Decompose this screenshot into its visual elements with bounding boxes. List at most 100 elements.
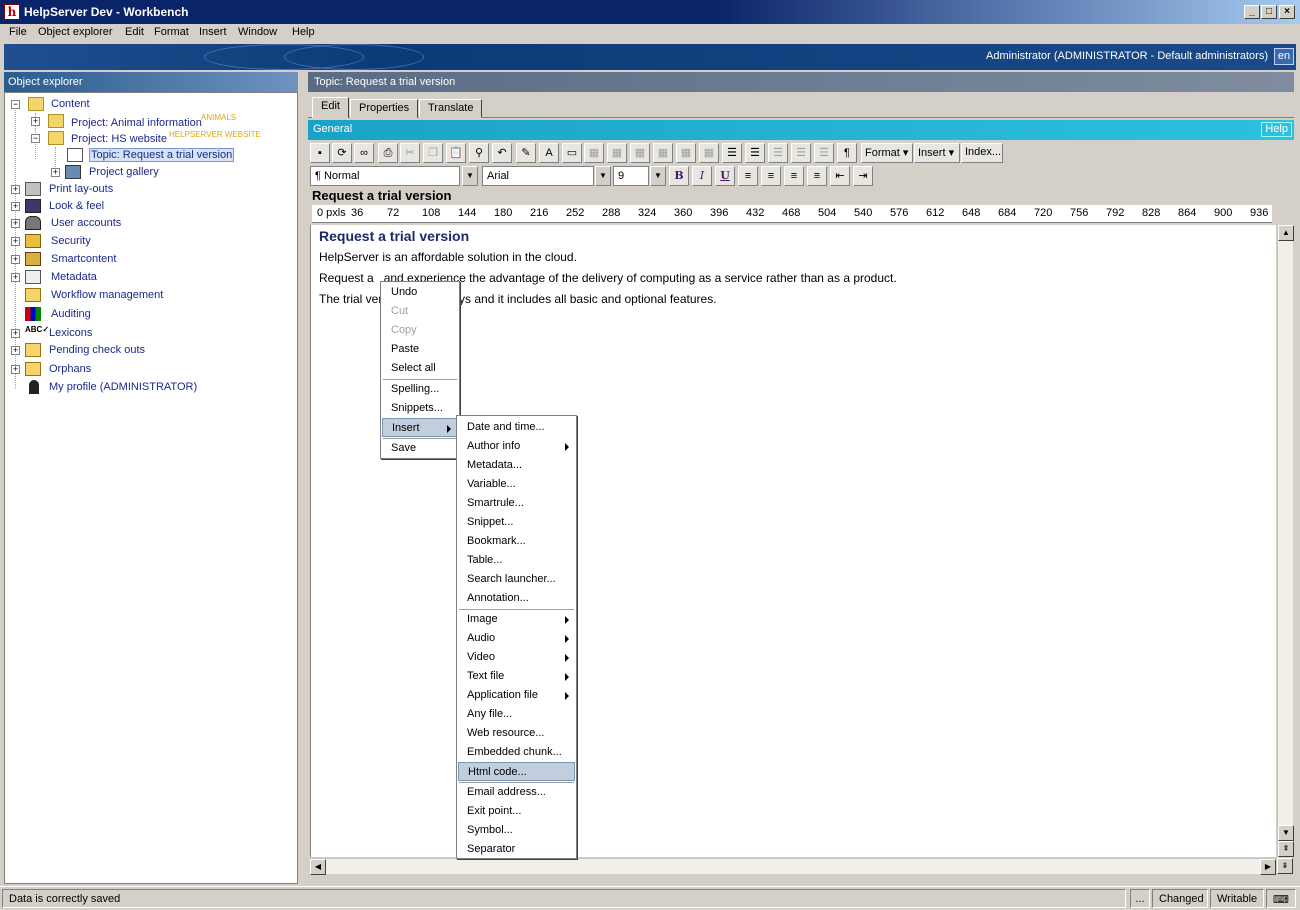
save-icon[interactable]: ▪ <box>310 143 330 163</box>
menu-date-time[interactable]: Date and time... <box>458 418 575 437</box>
menu-bookmark[interactable]: Bookmark... <box>458 532 575 551</box>
find-icon[interactable]: ⚲ <box>469 143 489 163</box>
chevron-down-icon[interactable]: ▼ <box>595 166 611 186</box>
menu-html-code[interactable]: Html code... <box>458 762 575 781</box>
menu-exit-point[interactable]: Exit point... <box>458 802 575 821</box>
menu-insert[interactable]: Insert <box>199 26 227 38</box>
language-button[interactable]: en <box>1274 48 1294 65</box>
list-icon-1[interactable]: ☰ <box>768 143 788 163</box>
refresh-icon[interactable]: ⟳ <box>332 143 352 163</box>
menu-symbol[interactable]: Symbol... <box>458 821 575 840</box>
menu-insert[interactable]: Insert <box>382 418 458 437</box>
align-left-icon[interactable]: ≡ <box>738 166 758 186</box>
menu-snippets[interactable]: Snippets... <box>382 399 458 418</box>
menu-snippet[interactable]: Snippet... <box>458 513 575 532</box>
collapse-icon[interactable]: − <box>31 134 40 143</box>
format-dropdown[interactable]: Format ▾ <box>861 143 913 163</box>
menu-image[interactable]: Image <box>458 610 575 629</box>
help-button[interactable]: Help <box>1261 122 1292 137</box>
menu-cut[interactable]: Cut <box>382 302 458 321</box>
menu-text-file[interactable]: Text file <box>458 667 575 686</box>
paragraph-style-select[interactable]: ¶ Normal <box>310 166 460 186</box>
menu-email-address[interactable]: Email address... <box>458 783 575 802</box>
scroll-up-icon[interactable]: ▲ <box>1278 225 1294 241</box>
menu-object-explorer[interactable]: Object explorer <box>38 26 113 38</box>
align-right-icon[interactable]: ≡ <box>784 166 804 186</box>
tab-translate[interactable]: Translate <box>419 99 483 118</box>
justify-icon[interactable]: ≡ <box>807 166 827 186</box>
table-icon-5[interactable]: ▦ <box>676 143 696 163</box>
font-size-select[interactable]: 9 <box>613 166 649 186</box>
expand-icon[interactable]: + <box>51 168 60 177</box>
outdent-icon[interactable]: ⇤ <box>830 166 850 186</box>
list-icon-3[interactable]: ☰ <box>814 143 834 163</box>
scroll-left-icon[interactable]: ◀ <box>310 859 326 875</box>
page-up-icon[interactable]: ⇞ <box>1278 841 1294 857</box>
preview-icon[interactable]: ∞ <box>354 143 374 163</box>
font-family-select[interactable]: Arial <box>482 166 594 186</box>
expand-icon[interactable]: + <box>11 365 20 374</box>
pilcrow-icon[interactable]: ¶ <box>837 143 857 163</box>
menu-edit[interactable]: Edit <box>125 26 144 38</box>
vertical-scrollbar[interactable]: ▲ ▼ ⇞ <box>1277 225 1294 857</box>
table-icon-1[interactable]: ▦ <box>584 143 604 163</box>
menu-help[interactable]: Help <box>292 26 315 38</box>
expand-icon[interactable]: + <box>11 202 20 211</box>
menu-window[interactable]: Window <box>238 26 277 38</box>
menu-author-info[interactable]: Author info <box>458 437 575 456</box>
copy-icon[interactable]: ❐ <box>423 143 443 163</box>
menu-smartrule[interactable]: Smartrule... <box>458 494 575 513</box>
menu-annotation[interactable]: Annotation... <box>458 589 575 608</box>
chevron-down-icon[interactable]: ▼ <box>650 166 666 186</box>
align-center-icon[interactable]: ≡ <box>761 166 781 186</box>
index-button[interactable]: Index... <box>961 143 1003 163</box>
expand-icon[interactable]: + <box>11 185 20 194</box>
minimize-button[interactable]: _ <box>1244 5 1260 19</box>
expand-icon[interactable]: + <box>11 346 20 355</box>
scroll-down-icon[interactable]: ▼ <box>1278 825 1294 841</box>
bold-button[interactable]: B <box>669 166 689 186</box>
frame-icon[interactable]: ▭ <box>562 143 582 163</box>
menu-save[interactable]: Save <box>382 439 458 458</box>
panel-splitter[interactable] <box>298 72 306 884</box>
menu-any-file[interactable]: Any file... <box>458 705 575 724</box>
italic-button[interactable]: I <box>692 166 712 186</box>
indent-icon[interactable]: ⇥ <box>853 166 873 186</box>
menu-metadata[interactable]: Metadata... <box>458 456 575 475</box>
menu-file[interactable]: File <box>9 26 27 38</box>
chevron-down-icon[interactable]: ▼ <box>462 166 478 186</box>
paste-icon[interactable]: 📋 <box>446 143 466 163</box>
expand-icon[interactable]: + <box>11 219 20 228</box>
scroll-right-icon[interactable]: ▶ <box>1260 859 1276 875</box>
expand-icon[interactable]: + <box>31 117 40 126</box>
bullet-list-icon[interactable]: ☰ <box>745 143 765 163</box>
menu-table[interactable]: Table... <box>458 551 575 570</box>
horizontal-scrollbar[interactable]: ◀ ▶ <box>310 858 1276 875</box>
expand-icon[interactable]: + <box>11 273 20 282</box>
menu-search-launcher[interactable]: Search launcher... <box>458 570 575 589</box>
table-icon-4[interactable]: ▦ <box>653 143 673 163</box>
insert-dropdown[interactable]: Insert ▾ <box>914 143 960 163</box>
menu-paste[interactable]: Paste <box>382 340 458 359</box>
menu-undo[interactable]: Undo <box>382 283 458 302</box>
status-dots-button[interactable]: ... <box>1130 889 1150 908</box>
highlight-icon[interactable]: ✎ <box>516 143 536 163</box>
page-down-icon[interactable]: ⇟ <box>1277 858 1293 874</box>
tab-edit[interactable]: Edit <box>312 97 349 118</box>
menu-video[interactable]: Video <box>458 648 575 667</box>
font-color-icon[interactable]: A <box>539 143 559 163</box>
menu-separator-item[interactable]: Separator <box>458 840 575 859</box>
menu-embedded-chunk[interactable]: Embedded chunk... <box>458 743 575 762</box>
menu-application-file[interactable]: Application file <box>458 686 575 705</box>
numbered-list-icon[interactable]: ☰ <box>722 143 742 163</box>
table-icon-2[interactable]: ▦ <box>607 143 627 163</box>
expand-icon[interactable]: + <box>11 255 20 264</box>
menu-select-all[interactable]: Select all <box>382 359 458 378</box>
menu-web-resource[interactable]: Web resource... <box>458 724 575 743</box>
menu-variable[interactable]: Variable... <box>458 475 575 494</box>
undo-icon[interactable]: ↶ <box>492 143 512 163</box>
maximize-button[interactable]: □ <box>1261 5 1277 19</box>
table-icon-6[interactable]: ▦ <box>699 143 719 163</box>
collapse-icon[interactable]: − <box>11 100 20 109</box>
underline-button[interactable]: U <box>715 166 735 186</box>
